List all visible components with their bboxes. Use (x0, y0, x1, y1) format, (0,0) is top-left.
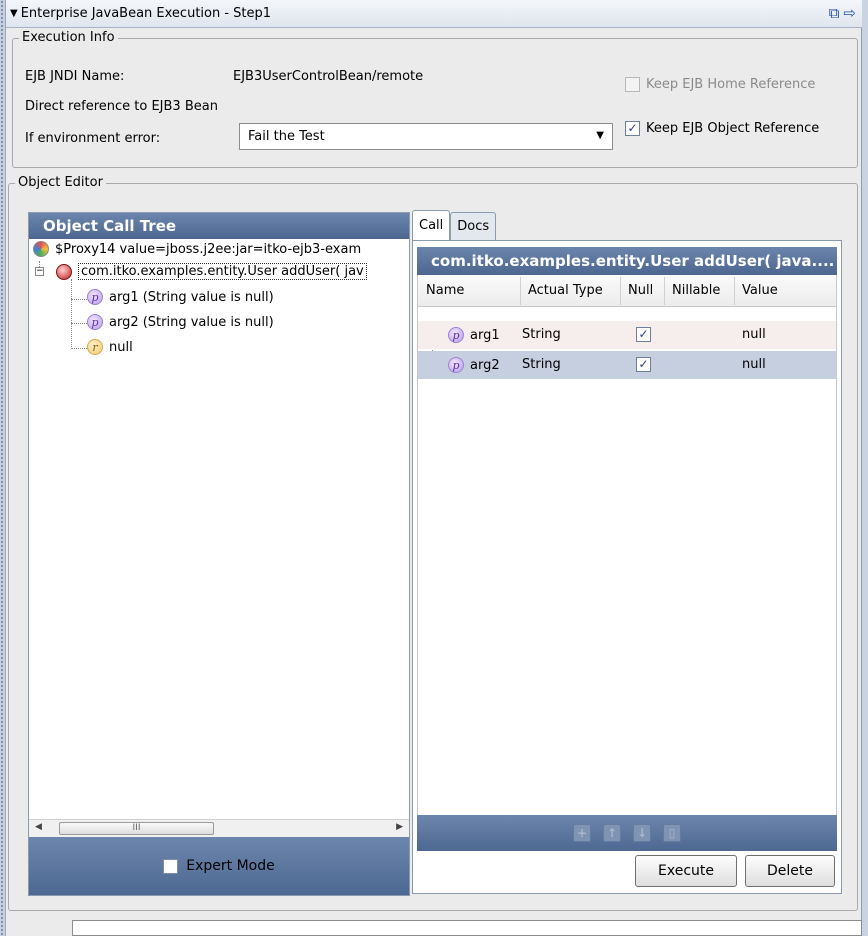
add-icon[interactable]: + (573, 824, 591, 842)
env-error-selected: Fail the Test (248, 129, 325, 144)
object-call-tree-panel: Object Call Tree $Proxy14 value=jboss.j2… (28, 212, 410, 896)
column-nillable[interactable]: Nillable (672, 283, 720, 298)
expert-mode-label: Expert Mode (186, 858, 275, 874)
column-null[interactable]: Null (628, 283, 653, 298)
tree-node-label: $Proxy14 value=jboss.j2ee:jar=itko-ejb3-… (55, 241, 362, 257)
scroll-left-icon[interactable]: ◀ (35, 822, 42, 832)
arg-type-cell[interactable]: String (522, 357, 561, 372)
expert-mode-checkbox-box[interactable] (163, 858, 179, 874)
delete-button[interactable]: Delete (745, 855, 835, 887)
chevron-down-icon[interactable]: ▼ (596, 130, 604, 141)
call-tab-body: com.itko.examples.entity.User addUser( j… (412, 240, 842, 894)
tree-node-proxy[interactable]: $Proxy14 value=jboss.j2ee:jar=itko-ejb3-… (33, 241, 361, 257)
keep-object-reference-checkbox[interactable]: ✓ Keep EJB Object Reference (625, 121, 819, 136)
parameter-icon: p (448, 357, 464, 373)
tree-node-label: null (109, 339, 133, 355)
keep-object-checkbox-box[interactable]: ✓ (625, 121, 640, 136)
arg-name: arg2 (470, 357, 500, 373)
return-icon: r (87, 339, 103, 355)
direct-reference-label: Direct reference to EJB3 Bean (25, 99, 218, 114)
call-header: com.itko.examples.entity.User addUser( j… (417, 247, 837, 275)
arrow-right-icon[interactable]: ⇨ (843, 4, 856, 22)
tree-horizontal-scrollbar[interactable]: ◀ III ▶ (29, 819, 409, 837)
parameter-icon: p (87, 289, 103, 305)
column-actual-type[interactable]: Actual Type (528, 283, 603, 298)
collapse-tree-icon[interactable]: − (35, 267, 44, 276)
move-down-icon[interactable]: ↓ (633, 824, 651, 842)
table-row[interactable]: p arg2 String ✓ null (418, 351, 836, 379)
tree-footer: Expert Mode (29, 837, 409, 895)
arg-value-cell[interactable]: null (742, 357, 766, 372)
tree-node-label: com.itko.examples.entity.User addUser( j… (78, 263, 367, 280)
expert-mode-checkbox[interactable]: Expert Mode (163, 858, 275, 874)
table-row[interactable]: p arg1 String ✓ null (418, 321, 836, 349)
env-error-select[interactable]: Fail the Test ▼ (239, 123, 613, 150)
arg-value-cell[interactable]: null (742, 327, 766, 342)
jndi-name-label: EJB JNDI Name: (25, 69, 125, 84)
object-call-tree[interactable]: $Proxy14 value=jboss.j2ee:jar=itko-ejb3-… (29, 239, 409, 819)
scroll-thumb[interactable]: III (59, 822, 214, 835)
proxy-icon (33, 241, 49, 257)
execution-info-legend: Execution Info (19, 30, 118, 45)
execution-info-group: Execution Info EJB JNDI Name: EJB3UserCo… (12, 30, 858, 168)
step-editor-panel: ▼ Enterprise JavaBean Execution - Step1 … (6, 0, 862, 936)
argument-table: Name Actual Type Null Nillable Value p a… (417, 275, 837, 815)
keep-home-label: Keep EJB Home Reference (646, 77, 816, 92)
keep-home-checkbox-box (625, 77, 640, 92)
table-toolbar: + ↑ ↓ ▯ (417, 815, 837, 851)
delete-row-icon[interactable]: ▯ (663, 824, 681, 842)
tree-node-label: arg1 (String value is null) (109, 289, 274, 305)
call-docs-panel: Call Docs com.itko.examples.entity.User … (410, 210, 844, 896)
env-error-label: If environment error: (25, 131, 161, 146)
tab-docs[interactable]: Docs (450, 212, 497, 240)
scroll-right-icon[interactable]: ▶ (396, 822, 403, 832)
panel-title: Enterprise JavaBean Execution - Step1 (20, 6, 272, 21)
right-rail (862, 0, 868, 936)
keep-object-label: Keep EJB Object Reference (646, 121, 820, 136)
execute-button[interactable]: Execute (635, 855, 737, 887)
tree-node-return[interactable]: r null (87, 339, 133, 355)
table-header: Name Actual Type Null Nillable Value (418, 275, 836, 307)
tab-call[interactable]: Call (412, 210, 451, 240)
jndi-name-value: EJB3UserControlBean/remote (233, 69, 424, 84)
arg-name: arg1 (470, 327, 500, 343)
tree-node-arg1[interactable]: p arg1 (String value is null) (87, 289, 274, 305)
tab-strip: Call Docs (412, 210, 497, 240)
arg-name-cell: p arg1 (448, 327, 500, 343)
title-bar[interactable]: ▼ Enterprise JavaBean Execution - Step1 … (6, 0, 862, 28)
object-call-tree-header: Object Call Tree (29, 213, 409, 239)
object-editor-legend: Object Editor (15, 175, 106, 190)
arg-name-cell: p arg2 (448, 357, 500, 373)
method-icon (56, 263, 72, 280)
move-up-icon[interactable]: ↑ (603, 824, 621, 842)
parameter-icon: p (87, 314, 103, 330)
tree-node-arg2[interactable]: p arg2 (String value is null) (87, 314, 274, 330)
null-checkbox[interactable]: ✓ (636, 327, 651, 342)
bottom-field[interactable] (72, 920, 862, 936)
column-value[interactable]: Value (742, 283, 778, 298)
tree-node-label: arg2 (String value is null) (109, 314, 274, 330)
tree-node-method[interactable]: − com.itko.examples.entity.User addUser(… (35, 263, 367, 280)
parameter-icon: p (448, 327, 464, 343)
null-checkbox[interactable]: ✓ (636, 357, 651, 372)
popout-icon[interactable]: ⧉ (829, 4, 840, 22)
arg-type-cell[interactable]: String (522, 327, 561, 342)
collapse-triangle-icon[interactable]: ▼ (10, 8, 18, 19)
keep-home-reference-checkbox: Keep EJB Home Reference (625, 77, 815, 92)
column-name[interactable]: Name (426, 283, 464, 298)
